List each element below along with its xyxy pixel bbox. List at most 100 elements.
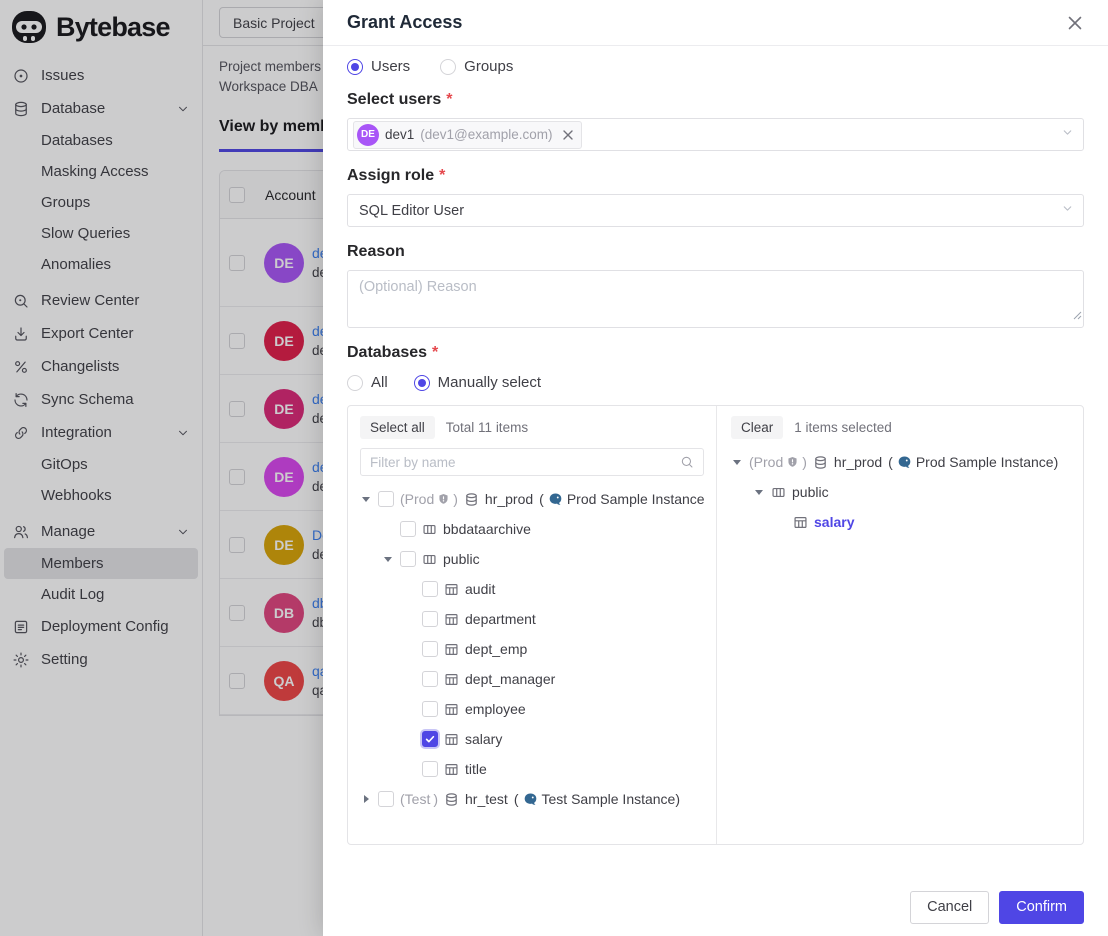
radio-unselected-icon — [347, 375, 363, 391]
chip-user-email: (dev1@example.com) — [420, 127, 552, 142]
database-picker: Select all Total 11 items (Prod) — [347, 405, 1084, 845]
selected-node-database[interactable]: (Prod) hr_prod (Prod Sample Instance) — [731, 447, 1069, 477]
select-users-input[interactable]: DE dev1 (dev1@example.com) — [347, 118, 1084, 151]
chip-avatar: DE — [357, 124, 379, 146]
remove-icon — [562, 129, 574, 141]
shield-icon — [786, 456, 799, 469]
table-icon — [444, 762, 459, 777]
tree-node-table[interactable]: dept_emp — [360, 634, 704, 664]
node-checkbox[interactable] — [400, 551, 416, 567]
tree-node-table[interactable]: title — [360, 754, 704, 784]
tree-node-database[interactable]: (Prod) hr_prod (Prod Sample Instance) — [360, 484, 704, 514]
node-checkbox[interactable] — [422, 761, 438, 777]
table-icon — [444, 642, 459, 657]
table-icon — [444, 582, 459, 597]
databases-scope-radios: All Manually select — [347, 374, 1084, 391]
caret-down-icon[interactable] — [731, 460, 743, 465]
node-checkbox[interactable] — [400, 521, 416, 537]
total-items-count: Total 11 items — [446, 420, 528, 435]
reason-field — [347, 270, 1084, 328]
source-tree: (Prod) hr_prod (Prod Sample Instance) bb… — [360, 484, 704, 814]
instance-label: (Prod Sample Instance) — [888, 454, 1058, 470]
close-button[interactable] — [1066, 14, 1084, 32]
modal-header: Grant Access — [323, 0, 1108, 46]
required-marker: * — [432, 344, 438, 362]
node-checkbox[interactable] — [378, 791, 394, 807]
selected-items-count: 1 items selected — [794, 420, 892, 435]
radio-users[interactable]: Users — [347, 58, 410, 75]
modal-title: Grant Access — [347, 12, 462, 33]
node-checkbox[interactable] — [422, 581, 438, 597]
required-marker: * — [446, 91, 452, 109]
clear-button[interactable]: Clear — [731, 416, 783, 439]
modal-body: Users Groups Select users* DE dev1 (dev1… — [323, 46, 1108, 878]
tree-node-table[interactable]: audit — [360, 574, 704, 604]
modal-footer: Cancel Confirm — [323, 878, 1108, 936]
postgres-icon — [548, 492, 563, 507]
table-icon — [793, 515, 808, 530]
filter-input[interactable] — [370, 455, 680, 470]
radio-unselected-icon — [440, 59, 456, 75]
reason-label: Reason — [347, 243, 1084, 261]
node-checkbox[interactable] — [422, 671, 438, 687]
selected-node-schema[interactable]: public — [731, 477, 1069, 507]
table-icon — [444, 732, 459, 747]
schema-icon — [771, 485, 786, 500]
caret-down-icon[interactable] — [382, 557, 394, 562]
confirm-button[interactable]: Confirm — [999, 891, 1084, 924]
schema-icon — [422, 522, 437, 537]
instance-label: (Prod Sample Instance) — [539, 491, 704, 507]
database-icon — [444, 792, 459, 807]
tree-node-schema[interactable]: bbdataarchive — [360, 514, 704, 544]
select-all-button[interactable]: Select all — [360, 416, 435, 439]
table-icon — [444, 702, 459, 717]
assign-role-label: Assign role* — [347, 167, 1084, 185]
node-checkbox[interactable] — [378, 491, 394, 507]
radio-manually-select[interactable]: Manually select — [414, 374, 541, 391]
node-checkbox[interactable] — [422, 641, 438, 657]
environment-badge: (Prod) — [749, 454, 807, 470]
tree-node-schema[interactable]: public — [360, 544, 704, 574]
picker-source-panel: Select all Total 11 items (Prod) — [348, 406, 717, 844]
required-marker: * — [439, 167, 445, 185]
chip-user-name: dev1 — [385, 127, 414, 142]
database-icon — [464, 492, 479, 507]
caret-right-icon[interactable] — [360, 795, 372, 803]
caret-down-icon[interactable] — [753, 490, 765, 495]
database-icon — [813, 455, 828, 470]
table-icon — [444, 612, 459, 627]
dropdown-chevron-icon — [1061, 126, 1074, 144]
caret-down-icon[interactable] — [360, 497, 372, 502]
node-checkbox[interactable] — [422, 701, 438, 717]
selected-tree: (Prod) hr_prod (Prod Sample Instance) pu… — [731, 447, 1069, 537]
postgres-icon — [897, 455, 912, 470]
selected-node-table[interactable]: salary — [731, 507, 1069, 537]
tree-node-database[interactable]: (Test) hr_test (Test Sample Instance) — [360, 784, 704, 814]
radio-groups[interactable]: Groups — [440, 58, 513, 75]
radio-all-databases[interactable]: All — [347, 374, 388, 391]
check-icon — [424, 733, 436, 745]
select-users-label: Select users* — [347, 91, 1084, 109]
search-icon — [680, 455, 694, 469]
environment-badge: (Test) — [400, 791, 438, 807]
tree-node-table[interactable]: department — [360, 604, 704, 634]
assign-role-value: SQL Editor User — [353, 203, 464, 219]
shield-icon — [437, 493, 450, 506]
databases-label: Databases* — [347, 344, 1084, 362]
remove-chip-button[interactable] — [562, 129, 574, 141]
environment-badge: (Prod) — [400, 491, 458, 507]
node-checkbox[interactable] — [422, 611, 438, 627]
tree-node-table[interactable]: dept_manager — [360, 664, 704, 694]
tree-node-table-selected[interactable]: salary — [360, 724, 704, 754]
node-checkbox-checked[interactable] — [422, 731, 438, 747]
tree-node-table[interactable]: employee — [360, 694, 704, 724]
cancel-button[interactable]: Cancel — [910, 891, 989, 924]
instance-label: (Test Sample Instance) — [514, 791, 680, 807]
app-screen: Bytebase Issues Database Databases Maski… — [0, 0, 1108, 936]
member-type-radios: Users Groups — [347, 58, 1084, 75]
filter-box — [360, 448, 704, 476]
picker-selected-panel: Clear 1 items selected (Prod) hr_prod (P… — [717, 406, 1083, 844]
assign-role-select[interactable]: SQL Editor User — [347, 194, 1084, 227]
reason-textarea[interactable] — [347, 270, 1084, 328]
resize-handle[interactable] — [1073, 307, 1082, 325]
